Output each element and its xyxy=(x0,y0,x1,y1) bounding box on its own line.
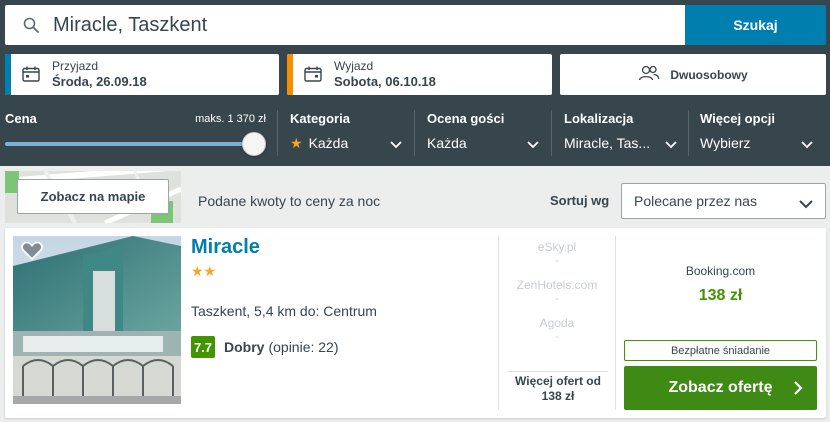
partner-price: - xyxy=(555,255,559,267)
more-offers-link[interactable]: Więcej ofert od 138 zł xyxy=(508,371,608,404)
price-note: Podane kwoty to ceny za noc xyxy=(198,193,381,209)
location-filter[interactable]: Lokalizacja Miracle, Tas... xyxy=(564,104,680,160)
partner-price: - xyxy=(555,331,559,343)
checkout-value: Sobota, 06.10.18 xyxy=(334,74,436,89)
price-filter[interactable]: Cena maks. 1 370 zł xyxy=(5,104,270,160)
hotel-card: Miracle ★★ Taszkent, 5,4 km do: Centrum … xyxy=(5,228,826,418)
checkout-field[interactable]: Wyjazd Sobota, 06.10.18 xyxy=(287,54,552,95)
calendar-icon xyxy=(304,66,322,87)
chevron-down-icon xyxy=(390,136,402,154)
view-deal-button[interactable]: Zobacz ofertę xyxy=(624,366,817,410)
hotel-name-link[interactable]: Miracle xyxy=(191,236,260,259)
chevron-down-icon xyxy=(799,196,813,212)
chevron-down-icon xyxy=(527,136,539,154)
chevron-right-icon xyxy=(793,380,803,401)
search-button[interactable]: Szukaj xyxy=(685,5,826,45)
location-filter-title: Lokalizacja xyxy=(564,111,634,126)
filter-divider xyxy=(414,110,415,156)
rating-text: Dobry xyxy=(224,339,265,355)
guest-rating-filter-title: Ocena gości xyxy=(427,111,505,126)
filter-bar: Cena maks. 1 370 zł Kategoria ★ Każda Oce… xyxy=(0,104,830,160)
price-slider-track[interactable] xyxy=(5,142,255,146)
checkin-accent xyxy=(5,54,11,95)
best-deal-site: Booking.com xyxy=(685,264,756,278)
room-type-selector[interactable]: Dwuosobowy xyxy=(560,54,826,95)
sort-select[interactable]: Polecane przez nas xyxy=(621,183,826,219)
hotel-photo[interactable] xyxy=(13,236,181,404)
category-filter-title: Kategoria xyxy=(290,111,350,126)
price-max-label: maks. 1 370 zł xyxy=(195,113,266,125)
hotel-location: Taszkent, 5,4 km do: Centrum xyxy=(191,303,377,319)
location-filter-value: Miracle, Tas... xyxy=(564,135,651,151)
partner-site[interactable]: ZenHotels.com xyxy=(505,278,609,293)
more-offers-price: 138 zł xyxy=(541,389,575,403)
search-header: Miracle, Taszkent Szukaj Przyjazd Środa,… xyxy=(0,0,830,166)
category-filter-value: ★ Każda xyxy=(290,135,349,151)
more-options-filter[interactable]: Więcej opcji Wybierz xyxy=(700,104,820,160)
free-breakfast-badge: Bezpłatne śniadanie xyxy=(624,340,817,361)
chevron-down-icon xyxy=(665,136,677,154)
favorite-heart-icon[interactable] xyxy=(21,241,43,266)
hotel-rating[interactable]: 7.7 Dobry (opinie: 22) xyxy=(191,336,339,358)
rating-count: (opinie: 22) xyxy=(268,339,339,355)
price-filter-title: Cena xyxy=(5,111,37,126)
price-slider-handle[interactable] xyxy=(242,132,266,156)
partner-price: - xyxy=(555,293,559,305)
search-icon xyxy=(23,17,39,33)
checkin-label: Przyjazd xyxy=(52,59,99,73)
more-offers-label: Więcej ofert od xyxy=(515,374,601,388)
card-divider xyxy=(498,236,499,410)
hotel-stars: ★★ xyxy=(191,263,217,279)
checkin-field[interactable]: Przyjazd Środa, 26.09.18 xyxy=(5,54,279,95)
more-options-value: Wybierz xyxy=(700,135,751,151)
calendar-icon xyxy=(22,66,40,87)
guest-rating-filter[interactable]: Ocena gości Każda xyxy=(427,104,543,160)
star-icon: ★ xyxy=(290,135,303,151)
sort-value: Polecane przez nas xyxy=(634,193,757,209)
rating-score-badge: 7.7 xyxy=(191,336,215,358)
partner-site[interactable]: Agoda xyxy=(505,316,609,331)
results-area: Zobacz na mapie Podane kwoty to ceny za … xyxy=(0,166,830,422)
checkout-accent xyxy=(287,54,293,95)
filter-divider xyxy=(551,110,552,156)
more-options-title: Więcej opcji xyxy=(700,111,776,126)
chevron-down-icon xyxy=(801,136,813,154)
search-value: Miracle, Taszkent xyxy=(53,13,208,36)
checkout-label: Wyjazd xyxy=(334,59,374,73)
sort-label: Sortuj wg xyxy=(550,193,610,208)
search-input[interactable]: Miracle, Taszkent xyxy=(5,5,685,45)
partner-site[interactable]: eSky.pl xyxy=(505,240,609,255)
partner-prices: eSky.pl - ZenHotels.com - Agoda - xyxy=(505,240,609,344)
filter-divider xyxy=(688,110,689,156)
view-deal-label: Zobacz ofertę xyxy=(668,379,773,396)
filter-divider xyxy=(277,110,278,156)
category-filter[interactable]: Kategoria ★ Każda xyxy=(290,104,406,160)
room-type-label: Dwuosobowy xyxy=(670,67,748,82)
card-divider xyxy=(615,236,616,410)
checkin-value: Środa, 26.09.18 xyxy=(52,74,147,89)
guest-rating-filter-value: Każda xyxy=(427,135,467,151)
show-map-button[interactable]: Zobacz na mapie xyxy=(17,179,169,214)
best-deal-price: 138 zł xyxy=(698,287,743,304)
people-icon xyxy=(638,65,660,84)
